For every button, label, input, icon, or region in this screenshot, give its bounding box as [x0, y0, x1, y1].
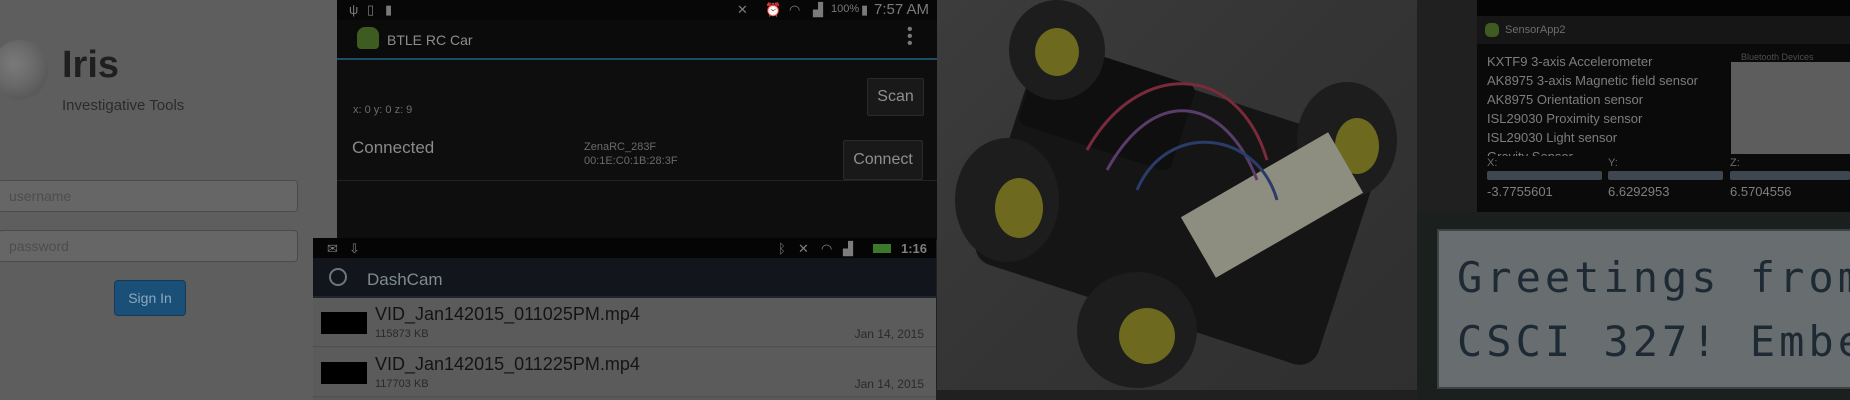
y-value: 6.6292953	[1608, 184, 1670, 199]
lcd-line-2: CSCI 327! Embedd	[1457, 317, 1850, 366]
dashcam-screen: ✉ ⇩ ᛒ ✕ ◠ ▟ 1:16 DashCam VID_Jan142015_0…	[313, 238, 936, 400]
divider	[337, 180, 937, 181]
bluetooth-devices-label: Bluetooth Devices	[1741, 52, 1814, 62]
sensor-action-bar: SensorApp2	[1477, 16, 1850, 44]
lcd-display-photo: Greetings from CSCI 327! Embedd	[1417, 212, 1850, 400]
iris-logo	[0, 40, 48, 100]
device-address: 00:1E:C0:1B:28:3F	[584, 155, 678, 167]
bluetooth-icon: ᛒ	[778, 241, 786, 256]
xyz-readout: x: 0 y: 0 z: 9	[353, 104, 413, 116]
z-axis-label: Z:	[1730, 157, 1740, 169]
dashcam-status-bar: ✉ ⇩ ᛒ ✕ ◠ ▟ 1:16	[313, 238, 936, 258]
sim-icon: ▮	[385, 2, 393, 17]
y-axis-label: Y:	[1608, 157, 1618, 169]
iris-title: Iris	[62, 44, 120, 86]
battery-icon: ▮	[861, 2, 869, 17]
rc-car-illustration	[955, 0, 1397, 388]
wifi-icon: ◠	[789, 2, 801, 17]
list-item[interactable]: AK8975 Orientation sensor	[1487, 90, 1698, 109]
dashcam-title: DashCam	[367, 270, 443, 289]
list-item[interactable]: ISL29030 Proximity sensor	[1487, 109, 1698, 128]
android-icon	[1485, 23, 1499, 37]
iris-subtitle: Investigative Tools	[62, 97, 185, 114]
username-field[interactable]: username	[0, 180, 298, 212]
video-thumbnail	[321, 312, 367, 334]
list-item[interactable]: KXTF9 3-axis Accelerometer	[1487, 52, 1698, 71]
password-field[interactable]: password	[0, 230, 298, 262]
signal-icon: ▟	[843, 241, 853, 256]
dashcam-action-bar: DashCam	[313, 258, 936, 298]
usb-icon: ψ	[349, 2, 359, 17]
battery-alert-icon: ▯	[367, 2, 375, 17]
list-item[interactable]: VID_Jan142015_011225PM.mp4 117703 KB Jan…	[313, 348, 936, 397]
list-item[interactable]: Gravity Sensor	[1487, 147, 1698, 156]
bluetooth-device-list[interactable]	[1731, 62, 1850, 154]
scan-button[interactable]: Scan	[867, 78, 924, 116]
device-info: ZenaRC_283F 00:1E:C0:1B:28:3F	[584, 140, 678, 168]
lcd-screen: Greetings from CSCI 327! Embedd	[1437, 229, 1850, 389]
android-icon	[357, 27, 379, 49]
file-size: 117703 KB	[375, 378, 429, 390]
btle-action-bar: BTLE RC Car • • •	[337, 20, 937, 60]
status-time: 7:57 AM	[874, 1, 930, 18]
signal-icon: ▟	[813, 2, 823, 17]
status-time: 1:16	[901, 241, 928, 256]
overflow-menu-icon[interactable]: • • •	[907, 22, 913, 52]
file-date: Jan 14, 2015	[854, 377, 924, 391]
video-thumbnail	[321, 362, 367, 384]
file-date: Jan 14, 2015	[854, 327, 924, 341]
btle-status-bar: ψ ▯ ▮ ✕ ⏰ ◠ ▟ 100% ▮ 7:57 AM	[337, 0, 937, 20]
sensor-status-bar	[1477, 0, 1850, 16]
alarm-icon: ⏰	[765, 2, 782, 17]
list-item[interactable]: ISL29030 Light sensor	[1487, 128, 1698, 147]
rc-car-photo	[937, 0, 1417, 390]
wifi-icon: ◠	[821, 241, 833, 256]
sensor-app-title: SensorApp2	[1505, 24, 1566, 36]
device-name: ZenaRC_283F	[584, 141, 657, 153]
battery-icon	[873, 244, 891, 253]
y-slider[interactable]	[1608, 171, 1723, 180]
sensor-app-screen: SensorApp2 KXTF9 3-axis Accelerometer AK…	[1477, 0, 1850, 212]
lcd-line-1: Greetings from	[1457, 253, 1850, 302]
download-icon: ⇩	[349, 241, 360, 256]
list-item[interactable]: VID_Jan142015_011025PM.mp4 115873 KB Jan…	[313, 298, 936, 347]
btle-rc-car-screen: ψ ▯ ▮ ✕ ⏰ ◠ ▟ 100% ▮ 7:57 AM BTLE RC Car…	[337, 0, 937, 240]
mute-icon: ✕	[798, 241, 809, 256]
connect-button[interactable]: Connect	[843, 140, 923, 180]
mute-icon: ✕	[737, 2, 748, 17]
sensor-list: KXTF9 3-axis Accelerometer AK8975 3-axis…	[1487, 52, 1698, 156]
connection-status: Connected	[352, 138, 435, 157]
chevron-down-icon[interactable]	[329, 268, 347, 286]
file-name: VID_Jan142015_011225PM.mp4	[375, 354, 640, 374]
list-item[interactable]: AK8975 3-axis Magnetic field sensor	[1487, 71, 1698, 90]
battery-percent: 100%	[831, 3, 860, 15]
z-slider[interactable]	[1730, 171, 1850, 180]
iris-login-panel: Iris Investigative Tools username passwo…	[0, 0, 337, 400]
x-axis-label: X:	[1487, 157, 1498, 169]
mail-icon: ✉	[327, 241, 338, 256]
file-name: VID_Jan142015_011025PM.mp4	[375, 304, 640, 324]
x-value: -3.7755601	[1487, 184, 1553, 199]
btle-app-title: BTLE RC Car	[387, 32, 473, 48]
sign-in-button[interactable]: Sign In	[114, 280, 186, 316]
z-value: 6.5704556	[1730, 184, 1792, 199]
file-size: 115873 KB	[375, 328, 429, 340]
x-slider[interactable]	[1487, 171, 1602, 180]
